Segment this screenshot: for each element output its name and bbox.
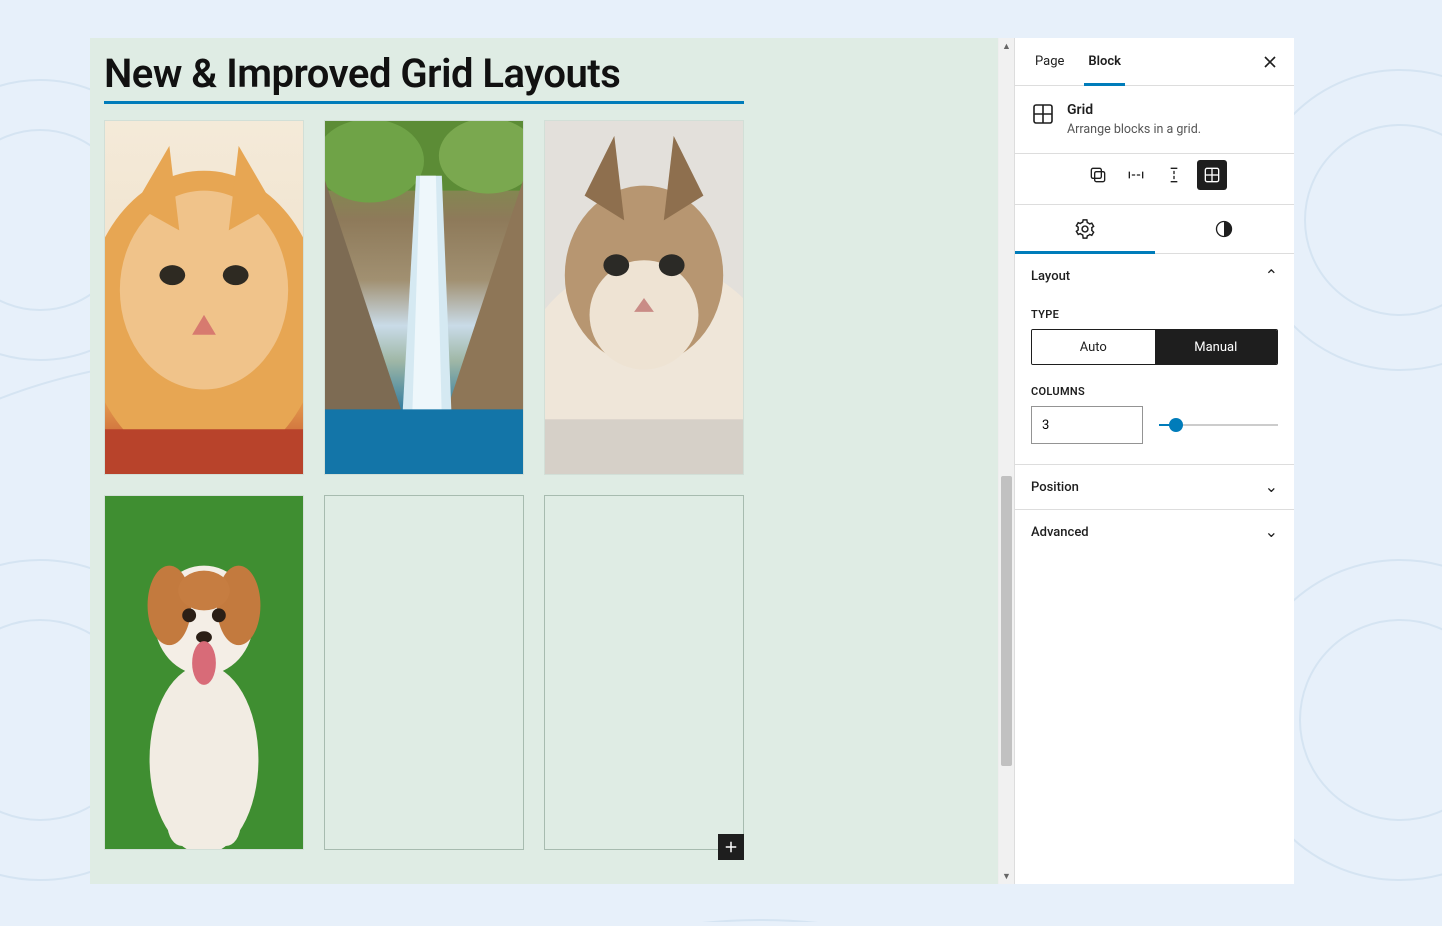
layout-type-toggle: Auto Manual bbox=[1031, 329, 1278, 365]
section-layout-title: Layout bbox=[1031, 269, 1070, 284]
section-position-title: Position bbox=[1031, 480, 1079, 495]
panel-tabs: Page Block bbox=[1015, 38, 1294, 86]
section-advanced-title: Advanced bbox=[1031, 525, 1089, 540]
block-name: Grid bbox=[1067, 102, 1201, 118]
close-icon bbox=[1260, 52, 1280, 72]
title-underline bbox=[104, 101, 744, 104]
grid-cell-empty[interactable] bbox=[544, 495, 744, 850]
crumb-stack[interactable] bbox=[1159, 160, 1189, 190]
section-position: Position ⌄ bbox=[1015, 465, 1294, 510]
editor-canvas[interactable]: New & Improved Grid Layouts bbox=[90, 38, 998, 884]
editor-stage: New & Improved Grid Layouts bbox=[90, 38, 1294, 884]
inspector-panel: Page Block Grid Arrange blocks in a grid… bbox=[1014, 38, 1294, 884]
chevron-up-icon: ⌃ bbox=[1265, 268, 1278, 284]
grid-cell-empty[interactable] bbox=[324, 495, 524, 850]
tab-page[interactable]: Page bbox=[1023, 38, 1076, 85]
subtab-settings[interactable] bbox=[1015, 205, 1155, 253]
image-waterfall bbox=[325, 121, 523, 474]
add-block-button[interactable] bbox=[718, 834, 744, 860]
slider-thumb[interactable] bbox=[1169, 418, 1183, 432]
grid-cell-image[interactable] bbox=[324, 120, 524, 475]
grid-block[interactable] bbox=[104, 120, 984, 850]
vertical-scrollbar[interactable]: ▲ ▼ bbox=[998, 38, 1014, 884]
section-advanced-header[interactable]: Advanced ⌄ bbox=[1015, 510, 1294, 554]
image-dog bbox=[105, 496, 303, 849]
scroll-down-arrow-icon[interactable]: ▼ bbox=[999, 868, 1014, 884]
scroll-thumb[interactable] bbox=[1001, 476, 1012, 766]
crumb-group[interactable] bbox=[1083, 160, 1113, 190]
columns-input[interactable] bbox=[1031, 406, 1143, 444]
canvas-wrap: New & Improved Grid Layouts bbox=[90, 38, 1014, 884]
columns-label: COLUMNS bbox=[1031, 385, 1278, 398]
section-layout-header[interactable]: Layout ⌃ bbox=[1015, 254, 1294, 298]
image-orange-cat bbox=[105, 121, 303, 474]
section-layout: Layout ⌃ TYPE Auto Manual COLUMNS bbox=[1015, 254, 1294, 465]
group-icon bbox=[1088, 165, 1108, 185]
grid-icon bbox=[1202, 165, 1222, 185]
gear-icon bbox=[1074, 218, 1096, 240]
stack-icon bbox=[1164, 165, 1184, 185]
section-advanced: Advanced ⌄ bbox=[1015, 510, 1294, 554]
tab-block[interactable]: Block bbox=[1076, 38, 1133, 85]
panel-subtabs bbox=[1015, 205, 1294, 254]
grid-cell-image[interactable] bbox=[544, 120, 744, 475]
crumb-grid[interactable] bbox=[1197, 160, 1227, 190]
plus-icon bbox=[722, 838, 740, 856]
block-description: Arrange blocks in a grid. bbox=[1067, 122, 1201, 137]
type-label: TYPE bbox=[1031, 308, 1278, 321]
block-header: Grid Arrange blocks in a grid. bbox=[1015, 86, 1294, 154]
type-option-manual[interactable]: Manual bbox=[1155, 330, 1278, 364]
grid-cell-image[interactable] bbox=[104, 495, 304, 850]
section-position-header[interactable]: Position ⌄ bbox=[1015, 465, 1294, 509]
grid-cell-image[interactable] bbox=[104, 120, 304, 475]
image-tabby-cat bbox=[545, 121, 743, 474]
block-breadcrumbs bbox=[1015, 154, 1294, 205]
chevron-down-icon: ⌄ bbox=[1265, 479, 1278, 495]
close-panel-button[interactable] bbox=[1254, 46, 1286, 78]
scroll-up-arrow-icon[interactable]: ▲ bbox=[999, 38, 1014, 54]
contrast-icon bbox=[1214, 219, 1234, 239]
chevron-down-icon: ⌄ bbox=[1265, 524, 1278, 540]
grid-icon bbox=[1031, 102, 1055, 126]
crumb-row[interactable] bbox=[1121, 160, 1151, 190]
columns-slider[interactable] bbox=[1159, 415, 1278, 435]
row-icon bbox=[1126, 165, 1146, 185]
page-title[interactable]: New & Improved Grid Layouts bbox=[104, 50, 984, 97]
subtab-styles[interactable] bbox=[1155, 205, 1295, 253]
type-option-auto[interactable]: Auto bbox=[1032, 330, 1155, 364]
